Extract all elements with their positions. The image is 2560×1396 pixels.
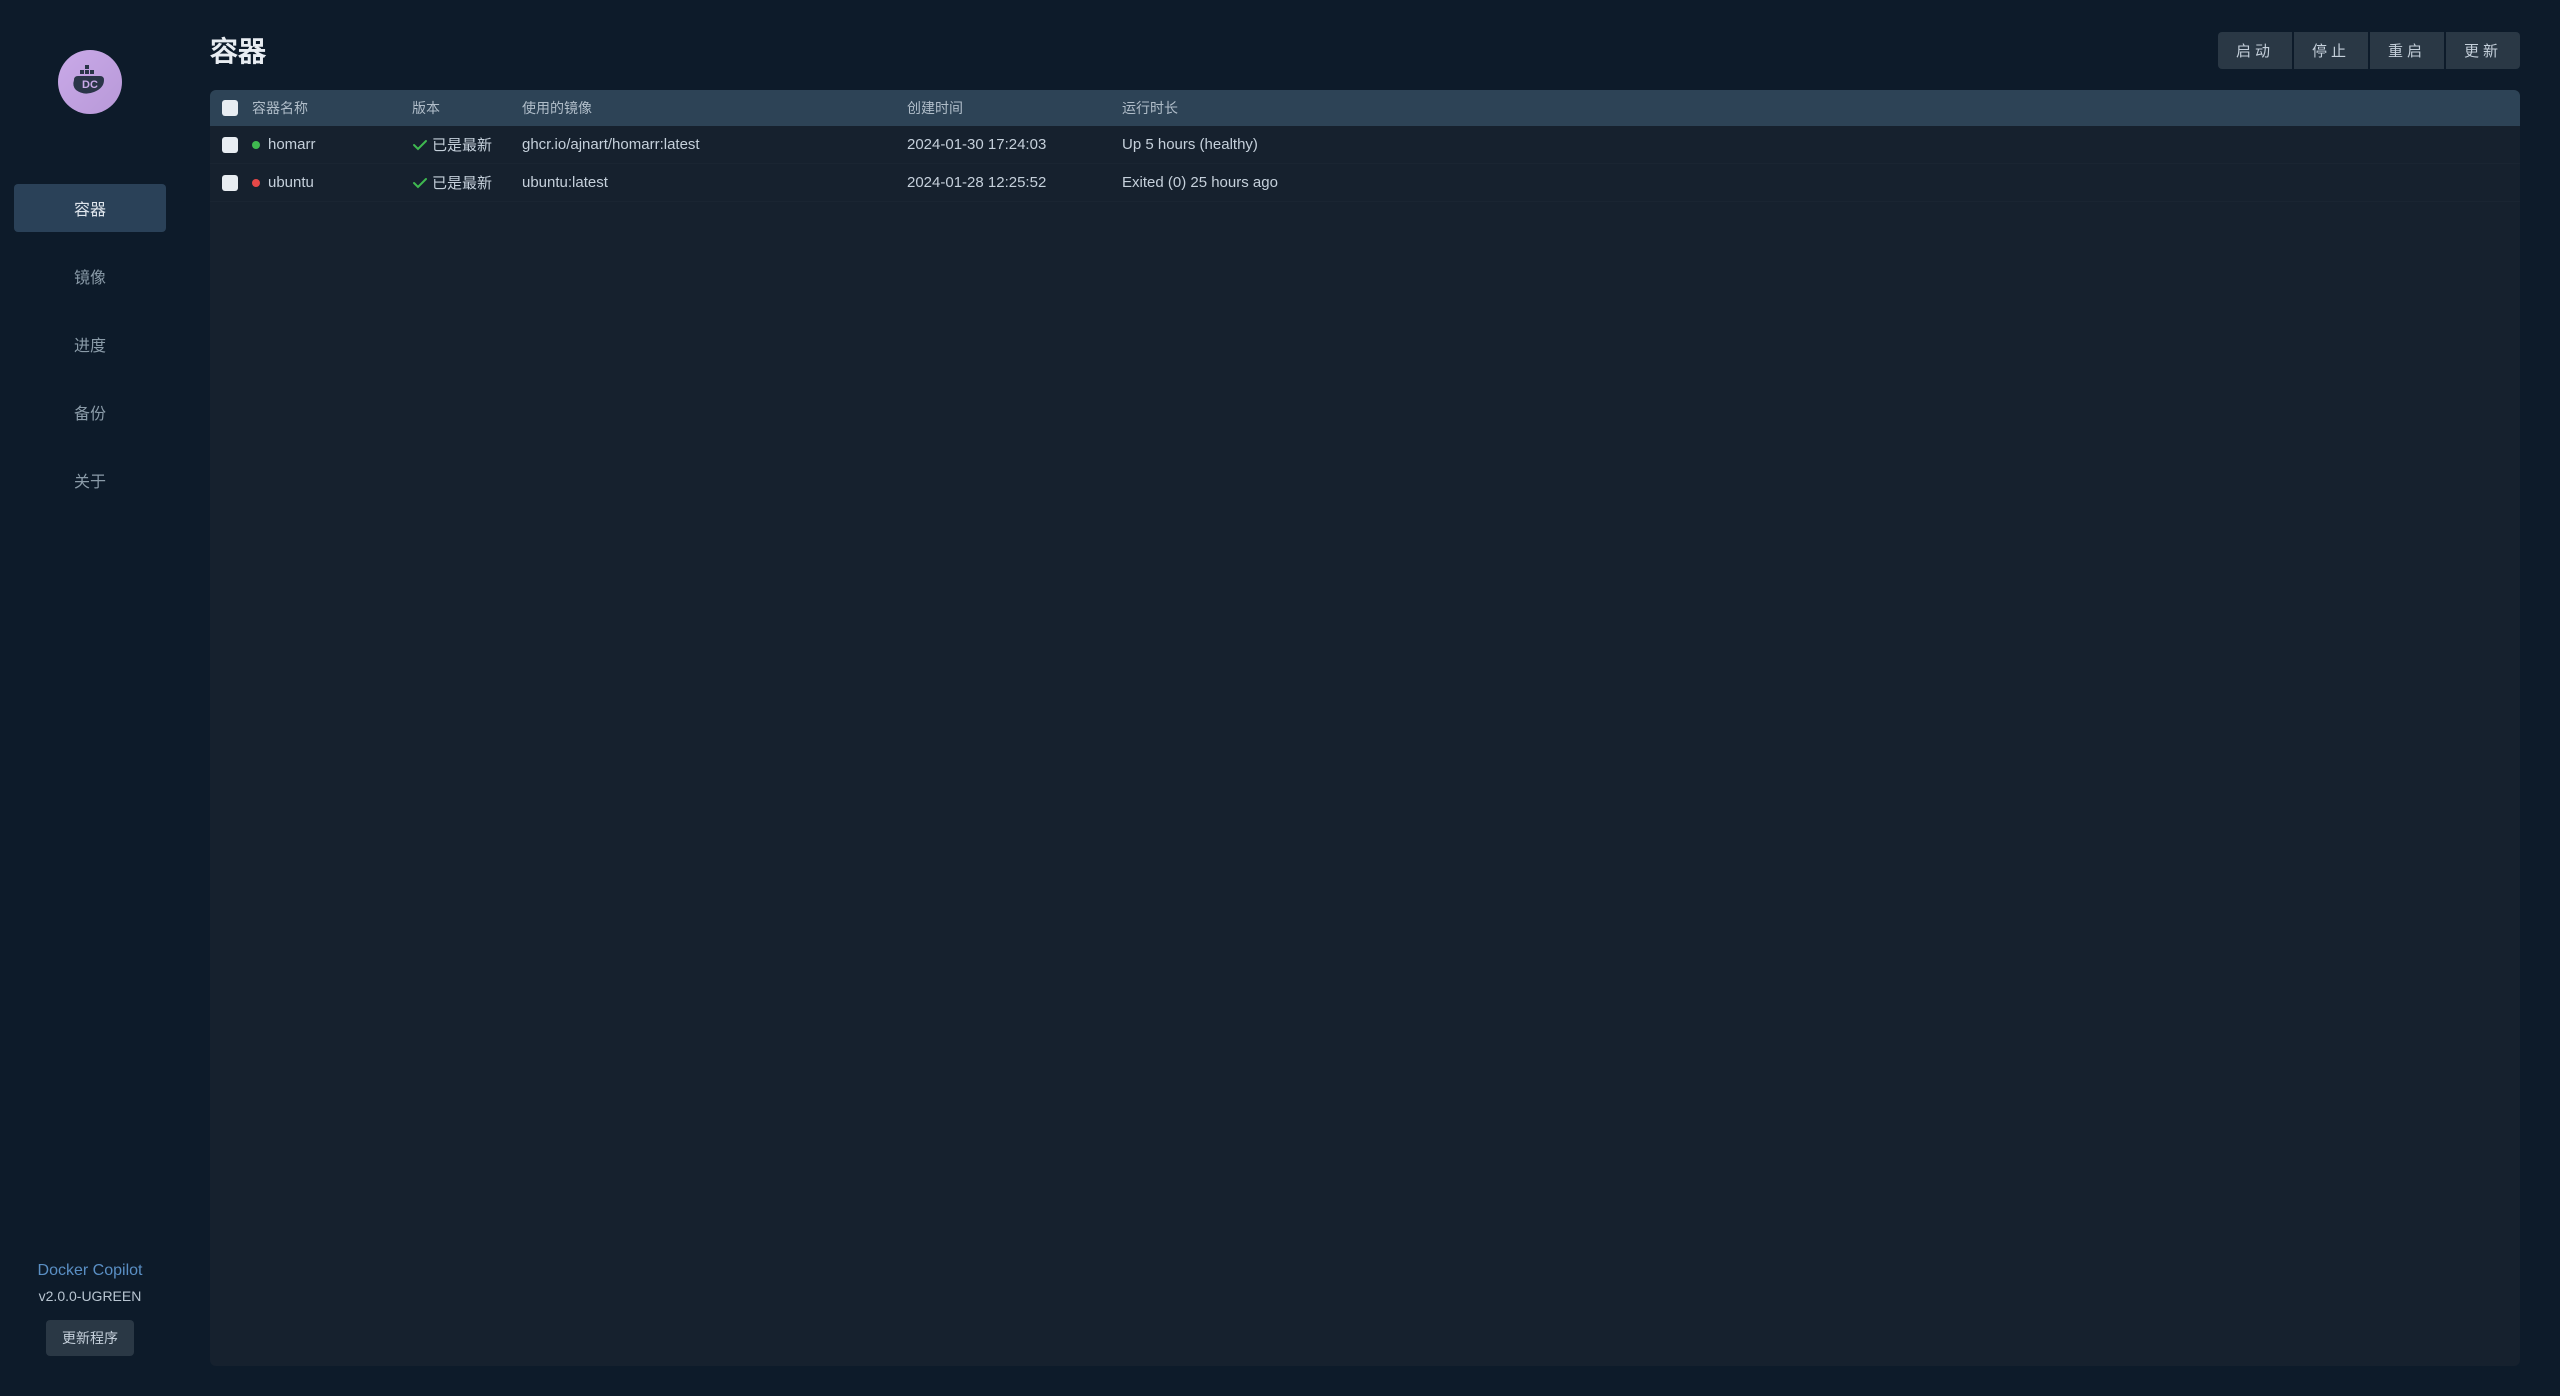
check-icon xyxy=(412,175,428,191)
header-version: 版本 xyxy=(412,98,522,118)
nav-item-label: 关于 xyxy=(74,474,106,491)
table-header: 容器名称 版本 使用的镜像 创建时间 运行时长 xyxy=(210,90,2520,126)
nav-item-label: 镜像 xyxy=(74,270,106,287)
header-checkbox-col xyxy=(222,100,252,116)
nav-item-progress[interactable]: 进度 xyxy=(14,320,166,368)
page-header: 容器 启动 停止 重启 更新 xyxy=(210,30,2520,70)
status-dot-icon xyxy=(252,179,260,187)
action-button-group: 启动 停止 重启 更新 xyxy=(2218,32,2520,69)
row-version-cell: 已是最新 xyxy=(412,134,522,155)
nav-menu: 容器 镜像 进度 备份 关于 xyxy=(0,184,180,504)
row-checkbox-col xyxy=(222,137,252,153)
select-all-checkbox[interactable] xyxy=(222,100,238,116)
start-button[interactable]: 启动 xyxy=(2218,32,2292,69)
stop-button[interactable]: 停止 xyxy=(2294,32,2368,69)
container-name: ubuntu xyxy=(268,174,314,191)
container-name: homarr xyxy=(268,136,316,153)
row-runtime: Up 5 hours (healthy) xyxy=(1122,136,2508,153)
table-row[interactable]: homarr 已是最新 ghcr.io/ajnart/homarr:latest… xyxy=(210,126,2520,164)
header-image: 使用的镜像 xyxy=(522,98,907,118)
header-name: 容器名称 xyxy=(252,98,412,118)
nav-item-label: 进度 xyxy=(74,338,106,355)
row-name-cell: homarr xyxy=(252,136,412,153)
row-image: ubuntu:latest xyxy=(522,174,907,191)
nav-item-label: 容器 xyxy=(74,202,106,219)
sidebar-footer: Docker Copilot v2.0.0-UGREEN 更新程序 xyxy=(38,1262,143,1356)
nav-item-containers[interactable]: 容器 xyxy=(14,184,166,232)
page-title: 容器 xyxy=(210,30,266,70)
row-created: 2024-01-28 12:25:52 xyxy=(907,174,1122,191)
row-created: 2024-01-30 17:24:03 xyxy=(907,136,1122,153)
row-name-cell: ubuntu xyxy=(252,174,412,191)
nav-item-about[interactable]: 关于 xyxy=(14,456,166,504)
main-content: 容器 启动 停止 重启 更新 容器名称 版本 使用的镜像 创建时间 运行时长 xyxy=(180,0,2560,1396)
nav-item-label: 备份 xyxy=(74,406,106,423)
status-dot-icon xyxy=(252,141,260,149)
header-runtime: 运行时长 xyxy=(1122,98,2508,118)
sidebar: DC 容器 镜像 进度 备份 关于 Docker Copilot v2.0.0-… xyxy=(0,0,180,1396)
app-name: Docker Copilot xyxy=(38,1262,143,1280)
header-created: 创建时间 xyxy=(907,98,1122,118)
nav-item-images[interactable]: 镜像 xyxy=(14,252,166,300)
restart-button[interactable]: 重启 xyxy=(2370,32,2444,69)
app-logo: DC xyxy=(58,50,122,114)
row-runtime: Exited (0) 25 hours ago xyxy=(1122,174,2508,191)
check-icon xyxy=(412,137,428,153)
row-checkbox[interactable] xyxy=(222,137,238,153)
version-status: 已是最新 xyxy=(432,172,492,193)
table-row[interactable]: ubuntu 已是最新 ubuntu:latest 2024-01-28 12:… xyxy=(210,164,2520,202)
update-button[interactable]: 更新 xyxy=(2446,32,2520,69)
row-checkbox[interactable] xyxy=(222,175,238,191)
nav-item-backup[interactable]: 备份 xyxy=(14,388,166,436)
app-version: v2.0.0-UGREEN xyxy=(39,1288,142,1304)
docker-copilot-icon: DC xyxy=(66,58,114,106)
update-app-button[interactable]: 更新程序 xyxy=(46,1320,134,1356)
row-version-cell: 已是最新 xyxy=(412,172,522,193)
version-status: 已是最新 xyxy=(432,134,492,155)
row-checkbox-col xyxy=(222,175,252,191)
row-image: ghcr.io/ajnart/homarr:latest xyxy=(522,136,907,153)
containers-table: 容器名称 版本 使用的镜像 创建时间 运行时长 homarr 已是最新 ghcr… xyxy=(210,90,2520,1366)
svg-text:DC: DC xyxy=(82,79,98,91)
